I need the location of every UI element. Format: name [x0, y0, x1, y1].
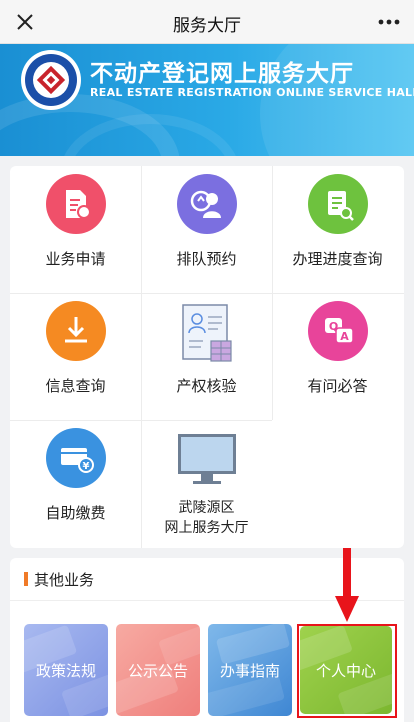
service-label: 武陵源区 网上服务大厅	[141, 498, 272, 538]
card-label: 公示公告	[127, 662, 188, 680]
service-information-query[interactable]: 信息查询	[10, 293, 141, 420]
service-qa[interactable]: Q A 有问必答	[272, 293, 403, 420]
service-label: 办理进度查询	[292, 250, 383, 268]
registration-logo-icon	[20, 49, 82, 111]
monitor-icon	[177, 432, 237, 492]
user-queue-icon	[177, 174, 237, 234]
section-accent-bar	[24, 572, 28, 586]
service-grid: 业务申请 排队预约 办理进度查询 信息查询 产权核验 Q A 有问必答 ¥ 自助…	[10, 166, 404, 548]
payment-card-icon: ¥	[46, 428, 106, 488]
service-label-line2: 网上服务大厅	[164, 520, 249, 536]
service-label: 有问必答	[307, 377, 368, 395]
service-label: 信息查询	[45, 377, 106, 395]
service-label-line1: 武陵源区	[178, 500, 235, 516]
service-label: 产权核验	[176, 377, 237, 395]
svg-text:¥: ¥	[83, 461, 90, 472]
service-progress-query[interactable]: 办理进度查询	[272, 166, 403, 293]
page-title: 服务大厅	[173, 16, 241, 36]
service-label: 业务申请	[45, 250, 106, 268]
top-bar: 服务大厅	[0, 0, 414, 44]
qa-chat-icon: Q A	[308, 301, 368, 361]
service-wulingyuan-online-hall[interactable]: 武陵源区 网上服务大厅	[141, 420, 272, 547]
banner-subtitle: REAL ESTATE REGISTRATION ONLINE SERVICE …	[90, 86, 414, 99]
document-icon	[46, 174, 106, 234]
card-policy-regulations[interactable]: 政策法规	[24, 624, 108, 716]
service-self-payment[interactable]: ¥ 自助缴费	[10, 420, 141, 547]
card-label: 办事指南	[219, 662, 280, 680]
service-queue-appointment[interactable]: 排队预约	[141, 166, 272, 293]
download-icon	[46, 301, 106, 361]
svg-text:A: A	[340, 330, 349, 343]
card-label: 政策法规	[35, 662, 96, 680]
service-business-application[interactable]: 业务申请	[10, 166, 141, 293]
highlight-box	[297, 624, 397, 718]
service-property-verification[interactable]: 产权核验	[141, 293, 272, 420]
section-heading: 其他业务	[34, 571, 95, 589]
card-service-guide[interactable]: 办事指南	[208, 624, 292, 716]
card-public-notice[interactable]: 公示公告	[116, 624, 200, 716]
banner: 不动产登记网上服务大厅 REAL ESTATE REGISTRATION ONL…	[0, 44, 414, 156]
certificate-icon	[177, 301, 237, 362]
more-dots-icon[interactable]	[374, 10, 404, 34]
red-arrow-icon	[335, 548, 359, 628]
service-label: 排队预约	[176, 250, 237, 268]
banner-title: 不动产登记网上服务大厅	[90, 61, 354, 87]
service-label: 自助缴费	[45, 504, 106, 522]
progress-search-icon	[308, 174, 368, 234]
